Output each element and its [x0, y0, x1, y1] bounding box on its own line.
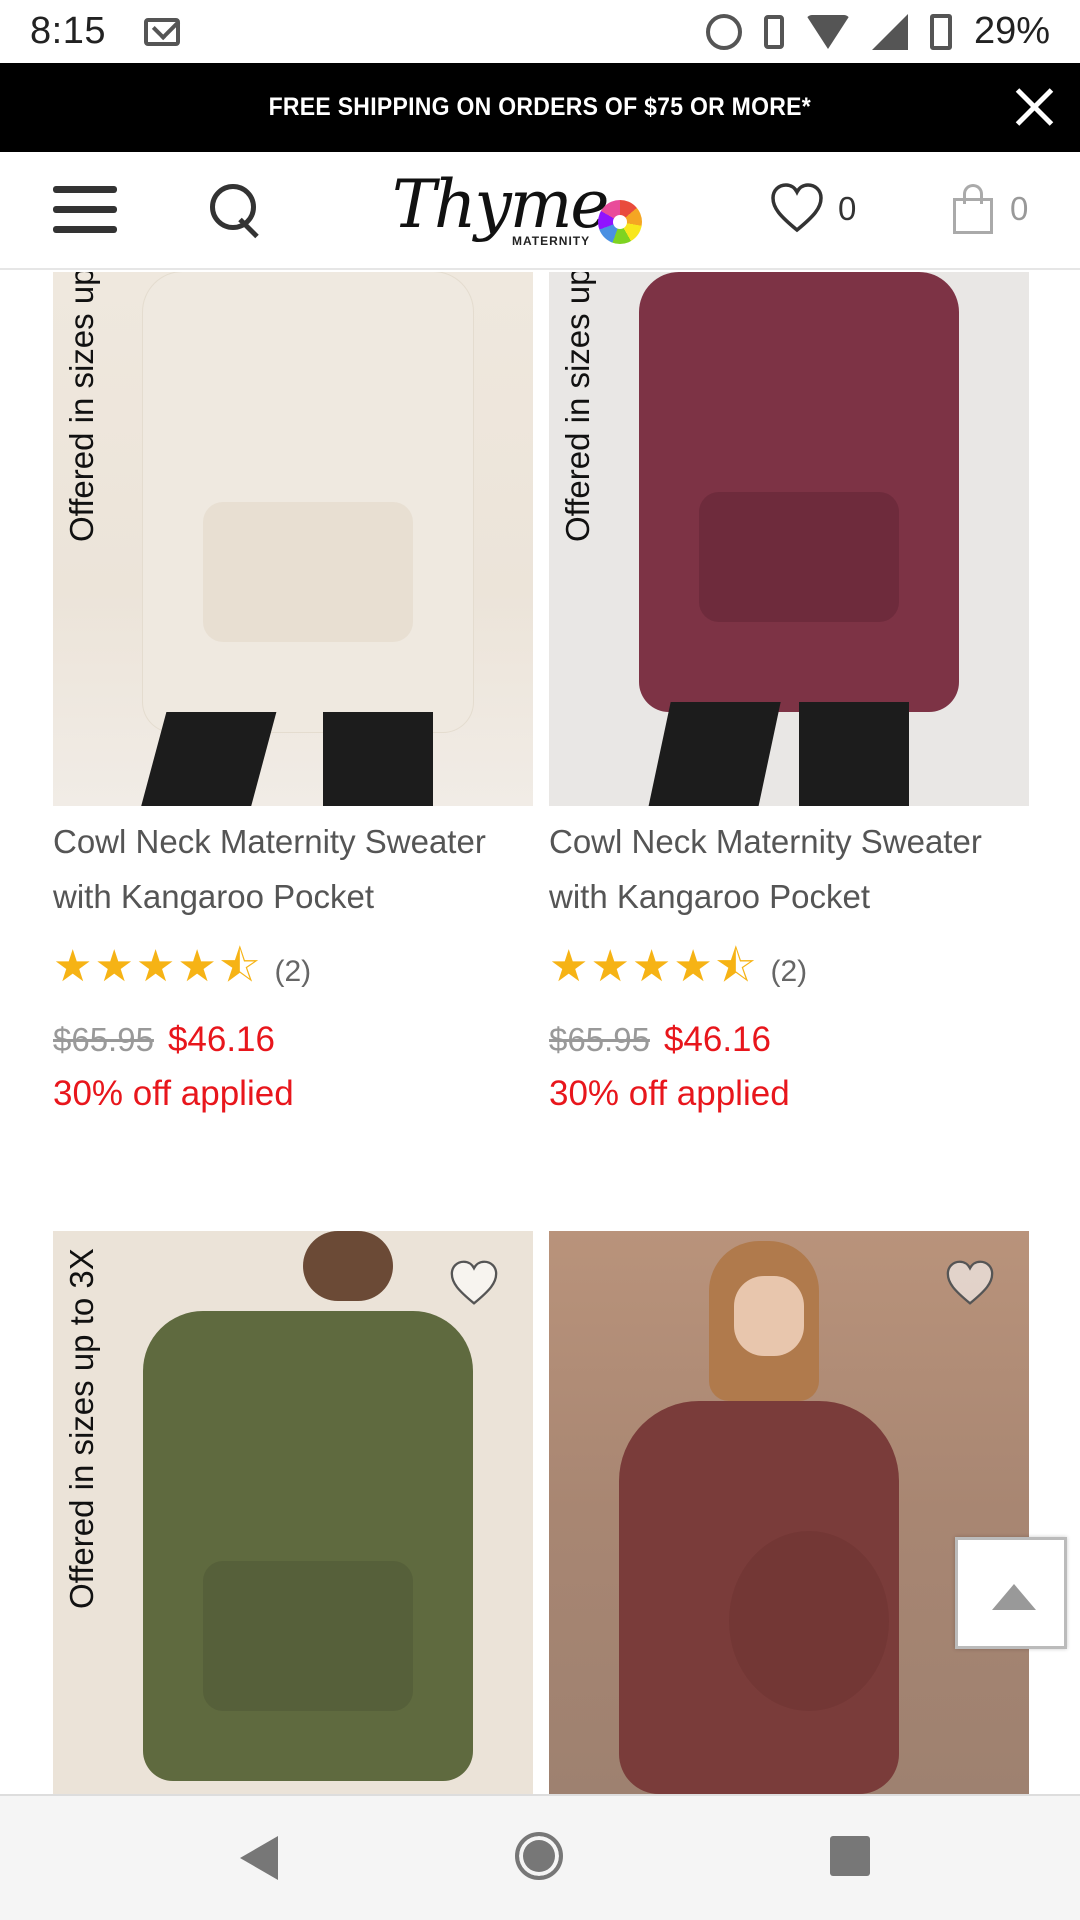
review-count[interactable]: (2): [770, 955, 807, 989]
product-image[interactable]: [549, 1231, 1029, 1794]
product-image[interactable]: Offered in sizes up: [53, 272, 533, 806]
size-badge: Offered in sizes up to 3X: [63, 1248, 100, 1609]
shopping-bag-icon[interactable]: [953, 184, 993, 234]
product-prices: $65.95 $46.16: [53, 1020, 275, 1060]
vibrate-icon: [763, 14, 784, 49]
promo-text: FREE SHIPPING ON ORDERS OF $75 OR MORE*: [268, 93, 812, 121]
product-rating: ★★★★⯪ (2): [53, 934, 311, 1009]
wishlist-heart-icon[interactable]: [945, 1259, 995, 1307]
status-time: 8:15: [30, 10, 106, 52]
product-title[interactable]: Cowl Neck Maternity Sweater with Kangaro…: [53, 814, 533, 924]
wishlist-count: 0: [838, 190, 857, 227]
star-rating-icon: ★★★★⯪: [53, 942, 263, 991]
battery-charging-icon: [929, 13, 952, 50]
discount-note: 30% off applied: [53, 1074, 294, 1113]
logo-subtitle: MATERNITY: [512, 234, 591, 248]
logo-script: Thyme: [392, 166, 609, 243]
wishlist-heart-icon[interactable]: [449, 1259, 499, 1307]
brand-logo[interactable]: Thyme MATERNITY: [392, 160, 642, 264]
wifi-icon: [805, 14, 850, 49]
sale-price: $46.16: [663, 1020, 771, 1059]
mail-icon: [143, 17, 180, 46]
site-header: Thyme MATERNITY 0 0: [0, 152, 1080, 270]
battery-percent: 29%: [973, 10, 1050, 52]
product-prices: $65.95 $46.16: [549, 1020, 771, 1060]
home-icon[interactable]: [515, 1832, 563, 1880]
product-image[interactable]: Offered in sizes up: [549, 272, 1029, 806]
original-price: $65.95: [53, 1021, 154, 1058]
review-count[interactable]: (2): [274, 955, 311, 989]
status-icons: 29%: [705, 10, 1050, 53]
size-badge: Offered in sizes up: [559, 272, 596, 542]
status-bar: 8:15 29%: [0, 0, 1080, 63]
discount-note: 30% off applied: [549, 1074, 790, 1113]
star-rating-icon: ★★★★⯪: [549, 942, 759, 991]
close-icon[interactable]: [1010, 83, 1058, 131]
original-price: $65.95: [549, 1021, 650, 1058]
size-badge: Offered in sizes up: [63, 272, 100, 542]
product-image[interactable]: Offered in sizes up to 3X: [53, 1231, 533, 1794]
signal-icon: [871, 13, 908, 50]
bag-count: 0: [1010, 190, 1029, 227]
product-rating: ★★★★⯪ (2): [549, 934, 807, 1009]
product-title[interactable]: Cowl Neck Maternity Sweater with Kangaro…: [549, 814, 1029, 924]
heart-icon[interactable]: [770, 182, 824, 234]
back-icon[interactable]: [240, 1836, 278, 1880]
system-nav-bar: [0, 1794, 1080, 1920]
menu-icon[interactable]: [53, 184, 117, 236]
search-icon[interactable]: [210, 184, 266, 240]
promo-banner[interactable]: FREE SHIPPING ON ORDERS OF $75 OR MORE*: [0, 63, 1080, 152]
recent-apps-icon[interactable]: [830, 1836, 870, 1876]
sale-price: $46.16: [167, 1020, 275, 1059]
data-saver-icon: [705, 13, 742, 50]
scroll-to-top-button[interactable]: [955, 1537, 1067, 1649]
flower-logo-icon: [598, 200, 642, 244]
